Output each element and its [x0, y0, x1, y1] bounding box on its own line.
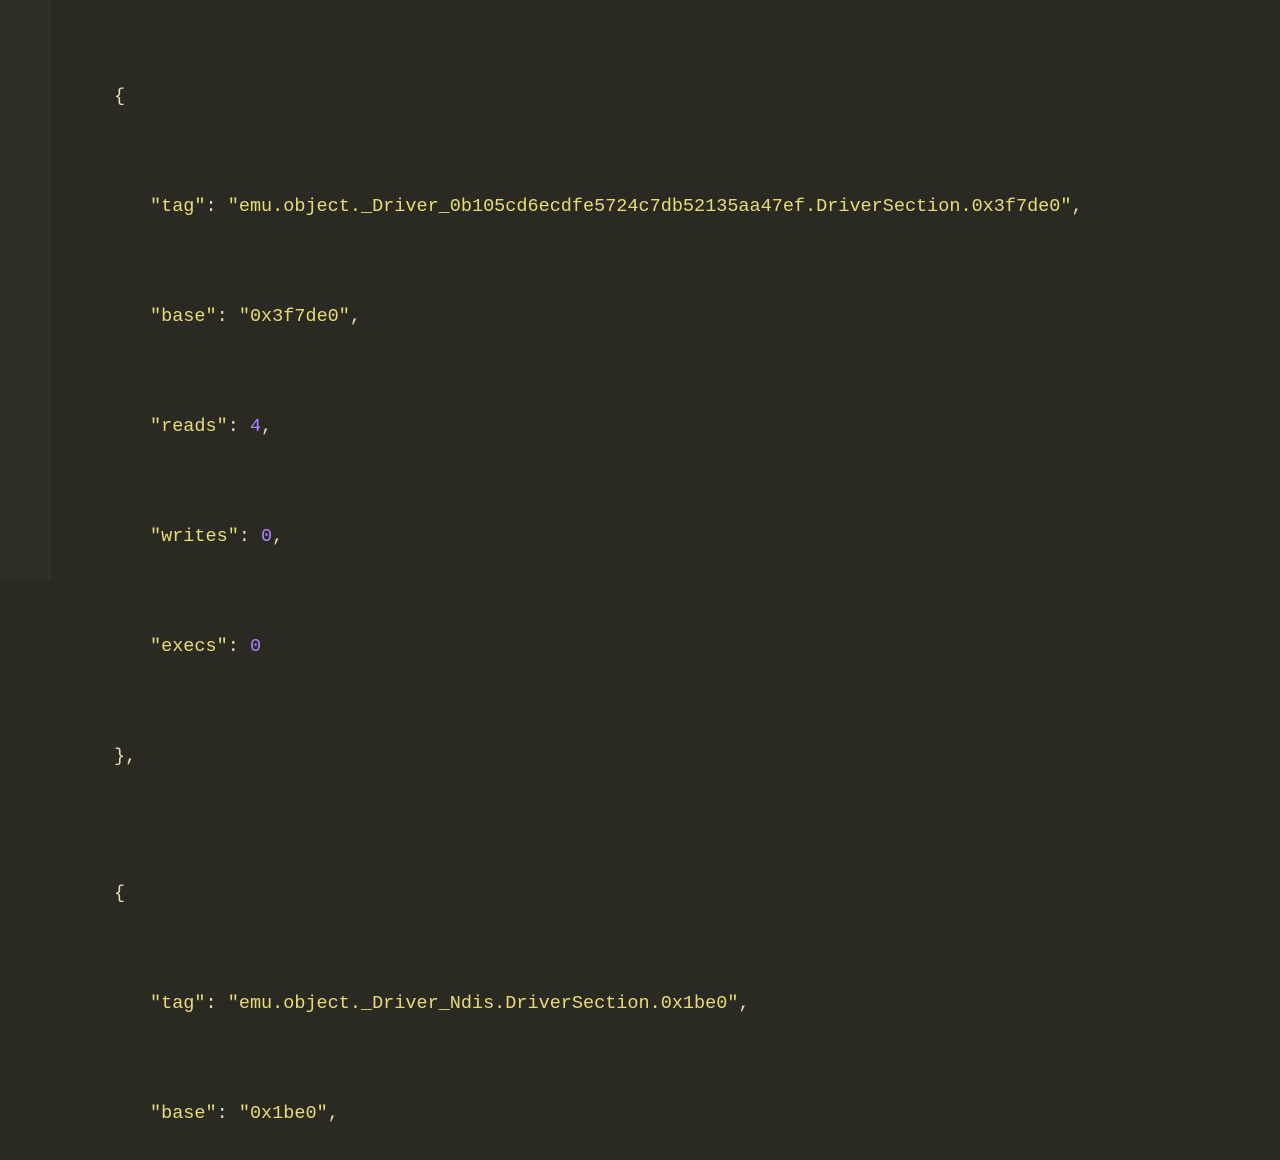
json-kv-reads: "reads": 4, [58, 413, 1280, 441]
code-editor[interactable]: { "tag": "emu.object._Driver_0b105cd6ecd… [0, 0, 1280, 580]
json-kv-tag: "tag": "emu.object._Driver_Ndis.DriverSe… [58, 990, 1280, 1018]
json-kv-base: "base": "0x3f7de0", [58, 303, 1280, 331]
json-brace-close: }, [58, 743, 1280, 771]
json-kv-execs: "execs": 0 [58, 633, 1280, 661]
json-brace-open: { [58, 880, 1280, 908]
json-kv-base: "base": "0x1be0", [58, 1100, 1280, 1128]
json-kv-tag: "tag": "emu.object._Driver_0b105cd6ecdfe… [58, 193, 1280, 221]
line-number-gutter [0, 0, 50, 580]
json-brace-open: { [58, 83, 1280, 111]
code-content[interactable]: { "tag": "emu.object._Driver_0b105cd6ecd… [50, 0, 1280, 580]
json-kv-writes: "writes": 0, [58, 523, 1280, 551]
